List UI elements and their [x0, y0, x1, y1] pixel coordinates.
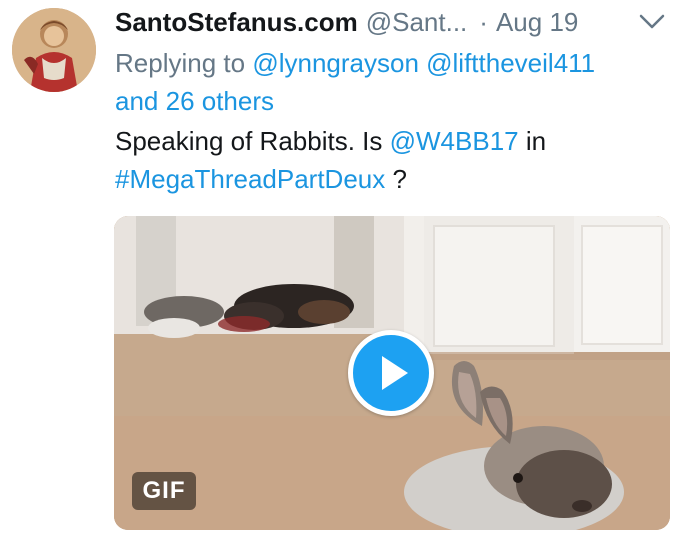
- tweet-header: SantoStefanus.com @Sant... · Aug 19: [115, 4, 578, 40]
- replying-to-label: Replying to: [115, 48, 246, 78]
- mention-link[interactable]: @lynngrayson: [252, 48, 419, 78]
- reply-context: Replying to @lynngrayson @lifttheveil411…: [115, 44, 660, 120]
- avatar-painting-icon: [12, 8, 96, 92]
- play-icon: [382, 356, 408, 390]
- user-handle[interactable]: @Sant...: [366, 7, 468, 38]
- tweet-text-segment: in: [525, 126, 547, 156]
- mention-link[interactable]: @lifttheveil411: [426, 48, 595, 78]
- mention-link[interactable]: @W4BB17: [390, 126, 519, 156]
- avatar[interactable]: [12, 8, 96, 92]
- others-link[interactable]: and 26 others: [115, 86, 274, 116]
- hashtag-link[interactable]: #MegaThreadPartDeux: [115, 164, 385, 194]
- play-button[interactable]: [348, 330, 434, 416]
- tweet[interactable]: SantoStefanus.com @Sant... · Aug 19 Repl…: [0, 0, 678, 540]
- tweet-text-segment: ?: [392, 164, 407, 194]
- tweet-menu-button[interactable]: [636, 10, 668, 34]
- gif-badge: GIF: [132, 472, 196, 510]
- timestamp[interactable]: Aug 19: [496, 7, 578, 38]
- tweet-text-segment: Speaking of Rabbits. Is: [115, 126, 383, 156]
- tweet-text: Speaking of Rabbits. Is @W4BB17 in #Mega…: [115, 122, 660, 198]
- chevron-down-icon: [639, 14, 665, 29]
- display-name[interactable]: SantoStefanus.com: [115, 7, 358, 38]
- gif-media[interactable]: GIF: [114, 216, 670, 530]
- separator-dot: ·: [479, 6, 488, 37]
